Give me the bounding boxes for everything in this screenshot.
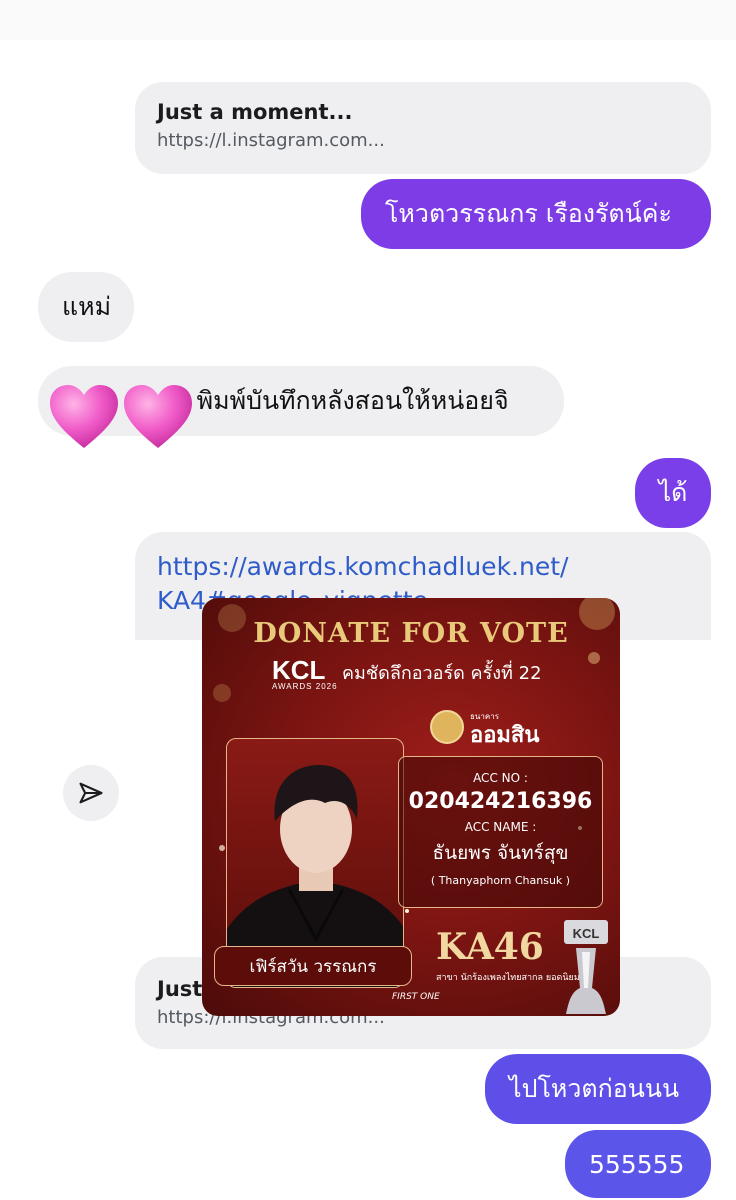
account-box: ACC NO : 020424216396 ACC NAME : ธันยพร …: [398, 756, 603, 908]
message-text: พิมพ์บันทึกหลังสอนให้หน่อยจิ: [196, 386, 509, 415]
pink-heart-icon: [50, 385, 118, 448]
poster-title: DONATE FOR VOTE: [253, 618, 569, 649]
link-preview-title: Just a moment...: [157, 100, 353, 124]
link-preview-card[interactable]: Just a moment... https://l.instagram.com…: [135, 82, 711, 174]
bank-logo-icon: [430, 710, 464, 744]
trophy-label: KCL: [573, 926, 600, 941]
message-text: ได้: [658, 478, 688, 507]
poster-subtitle: คมชัดลึกอวอร์ด ครั้งที่ 22: [342, 663, 542, 684]
top-bar-area: [0, 0, 736, 40]
link-url-line1[interactable]: https://awards.komchadluek.net/: [157, 550, 689, 584]
nominee-name: เฟิร์สวัน วรรณกร: [214, 946, 412, 986]
incoming-message[interactable]: แหม่: [38, 272, 134, 342]
outgoing-message[interactable]: ไปโหวตก่อนนน: [485, 1054, 711, 1124]
account-number-label: ACC NO :: [473, 771, 528, 785]
account-name-thai: ธันยพร จันทร์สุข: [432, 842, 569, 864]
sponsor-logo: FIRST ONE: [392, 992, 440, 1002]
bank-name: ออมสิน: [470, 723, 540, 748]
outgoing-message[interactable]: 555555: [565, 1130, 711, 1198]
trophy-icon: KCL: [564, 920, 608, 1014]
account-name-label: ACC NAME :: [464, 820, 537, 834]
chat-thread: Just a moment... https://l.instagram.com…: [0, 0, 736, 1200]
account-number: 020424216396: [408, 789, 593, 814]
message-text: ไปโหวตก่อนนน: [509, 1074, 680, 1103]
message-text: โหวตวรรณกร เรืองรัตน์ค่ะ: [385, 199, 672, 228]
link-preview-url: https://l.instagram.com...: [157, 130, 385, 151]
message-text: แหม่: [62, 292, 112, 321]
outgoing-message[interactable]: โหวตวรรณกร เรืองรัตน์ค่ะ: [361, 179, 711, 249]
pink-heart-icon: [124, 385, 192, 448]
share-button[interactable]: [63, 765, 119, 821]
outgoing-message[interactable]: ได้: [635, 458, 711, 528]
nominee-code: KA46: [436, 926, 544, 968]
account-name-english: ( Thanyaphorn Chansuk ): [430, 874, 571, 887]
kcl-logo-sub: AWARDS 2026: [272, 682, 338, 691]
donate-poster-image[interactable]: DONATE FOR VOTE KCL AWARDS 2026 คมชัดลึก…: [202, 598, 620, 1016]
message-text: 555555: [589, 1149, 685, 1179]
send-icon: [79, 782, 103, 804]
